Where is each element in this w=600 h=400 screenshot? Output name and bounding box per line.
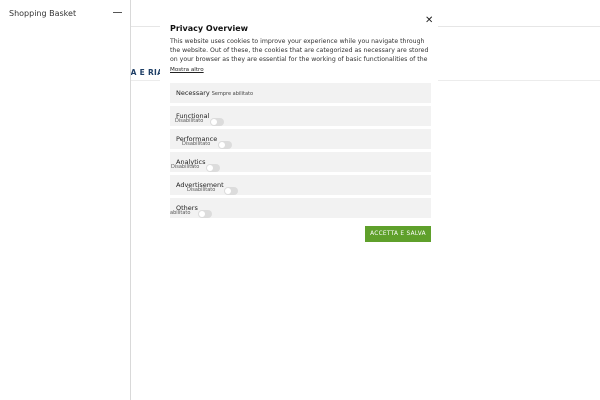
- accept-and-save-button[interactable]: ACCETTA E SALVA: [365, 226, 431, 242]
- category-status: Disabilitato: [187, 187, 216, 193]
- modal-description: This website uses cookies to improve you…: [170, 38, 429, 63]
- category-status: abilitato: [170, 210, 191, 216]
- category-toggle[interactable]: [218, 141, 232, 149]
- category-row-performance[interactable]: Performance Disabilitato: [170, 129, 431, 149]
- category-toggle[interactable]: [206, 164, 220, 172]
- category-row-necessary[interactable]: Necessary Sempre abilitato: [170, 83, 431, 103]
- category-row-advertisement[interactable]: Advertisement Disabilitato: [170, 175, 431, 195]
- shopping-basket-drawer: Shopping Basket: [0, 0, 131, 400]
- category-row-functional[interactable]: Functional Disabilitato: [170, 106, 431, 126]
- category-status: Disabilitato: [182, 141, 211, 147]
- show-more-link[interactable]: Mostra altro: [170, 67, 204, 73]
- category-status: Disabilitato: [175, 118, 204, 124]
- category-toggle[interactable]: [198, 210, 212, 218]
- drawer-title: Shopping Basket: [9, 9, 77, 18]
- privacy-overview-modal: ✕ Privacy Overview This website uses coo…: [160, 10, 438, 242]
- close-icon[interactable]: ✕: [425, 16, 433, 26]
- category-row-others[interactable]: Others abilitato: [170, 198, 431, 218]
- category-toggle[interactable]: [224, 187, 238, 195]
- modal-title: Privacy Overview: [170, 24, 249, 33]
- category-toggle[interactable]: [210, 118, 224, 126]
- always-enabled-text: Sempre abilitato: [211, 91, 254, 97]
- drawer-close-icon[interactable]: [113, 12, 122, 13]
- category-status: Disabilitato: [171, 164, 200, 170]
- category-label: Necessary Sempre abilitato: [176, 89, 254, 97]
- category-row-analytics[interactable]: Analytics Disabilitato: [170, 152, 431, 172]
